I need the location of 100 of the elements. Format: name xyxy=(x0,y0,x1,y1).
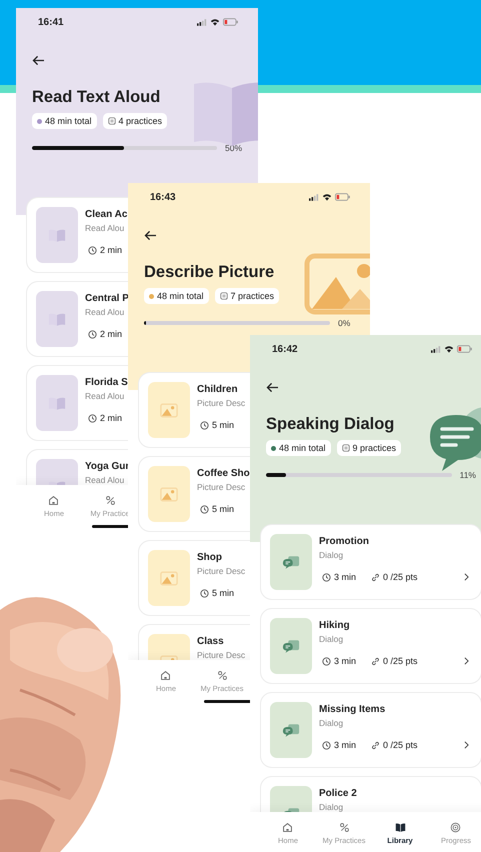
practice-title: Hiking xyxy=(319,620,350,631)
clock-icon xyxy=(322,740,331,750)
practice-duration: 2 min xyxy=(100,413,122,423)
picture-icon xyxy=(160,486,178,502)
chip-label: 7 practices xyxy=(230,291,274,301)
clock-icon xyxy=(200,588,209,598)
progress-percent: 0% xyxy=(338,318,350,328)
practice-type: Picture Desc xyxy=(197,398,246,408)
chip-label: 48 min total xyxy=(279,443,326,453)
clock-icon xyxy=(322,656,331,666)
practice-title: Missing Items xyxy=(319,704,386,715)
practice-card[interactable]: Florida S Read Alou 2 min xyxy=(26,365,128,441)
picture-icon xyxy=(160,570,178,586)
chat-icon xyxy=(282,554,300,570)
battery-icon xyxy=(223,18,238,26)
wifi-icon xyxy=(322,193,332,201)
signal-icon xyxy=(197,18,207,26)
clock-icon xyxy=(88,246,97,254)
percent-icon xyxy=(216,670,228,681)
chevron-right-icon[interactable] xyxy=(464,657,469,665)
practice-points: 0 /25 pts xyxy=(383,740,418,750)
practice-title: Florida S xyxy=(85,377,128,388)
status-time: 16:41 xyxy=(38,16,64,28)
practice-type: Dialog xyxy=(319,718,344,728)
practice-points: 0 /25 pts xyxy=(383,656,418,666)
practice-duration: 2 min xyxy=(100,245,122,255)
practice-duration: 3 min xyxy=(334,740,356,750)
target-icon xyxy=(450,822,462,833)
clock-icon xyxy=(88,330,97,338)
chip-label: 48 min total xyxy=(45,116,92,126)
practice-duration: 5 min xyxy=(212,588,234,598)
percent-icon xyxy=(104,495,116,506)
clock-icon xyxy=(322,572,331,582)
chevron-right-icon[interactable] xyxy=(464,573,469,581)
practice-title: Police 2 xyxy=(319,788,357,799)
back-arrow-icon[interactable] xyxy=(32,55,45,66)
practice-title: Children xyxy=(197,384,238,395)
signal-icon xyxy=(431,346,441,352)
practice-type: Read Alou xyxy=(85,307,124,317)
practice-title: Clean Ac xyxy=(85,209,128,220)
practice-type: Picture Desc xyxy=(197,650,246,660)
signal-icon xyxy=(309,194,319,200)
practice-card[interactable]: Class Picture Desc xyxy=(138,624,250,660)
chat-icon xyxy=(282,638,300,654)
practice-card[interactable]: Children Picture Desc 5 min xyxy=(138,372,250,448)
practice-title: Coffee Sho xyxy=(197,468,250,479)
screen-title: Describe Picture xyxy=(144,263,274,282)
list-icon xyxy=(220,292,228,300)
practice-card[interactable]: Missing Items Dialog 3 min 0 /25 pts xyxy=(260,692,481,768)
practice-type: Dialog xyxy=(319,634,344,644)
progress-percent: 50% xyxy=(224,143,242,153)
home-icon xyxy=(160,670,172,681)
link-icon xyxy=(371,656,380,666)
practice-duration: 3 min xyxy=(334,656,356,666)
clock-icon xyxy=(200,504,209,514)
practice-points: 0 /25 pts xyxy=(383,572,418,582)
practice-card[interactable]: Clean Ac Read Alou 2 min xyxy=(26,197,128,273)
wifi-icon xyxy=(210,18,220,26)
status-time: 16:42 xyxy=(272,344,298,354)
dot-icon xyxy=(271,446,276,450)
practice-card[interactable]: Central P Read Alou 2 min xyxy=(26,281,128,357)
practice-type: Dialog xyxy=(319,550,344,560)
practice-card[interactable]: Hiking Dialog 3 min 0 /25 pts xyxy=(260,608,481,684)
practice-card[interactable]: Shop Picture Desc 5 min xyxy=(138,540,250,616)
dot-icon xyxy=(37,118,42,124)
percent-icon xyxy=(338,822,350,833)
practice-type: Read Alou xyxy=(85,475,124,485)
practice-card[interactable]: Promotion Dialog 3 min 0 /25 pts xyxy=(260,524,481,600)
link-icon xyxy=(371,572,380,582)
book-icon xyxy=(48,396,66,410)
list-icon xyxy=(342,444,350,452)
battery-icon xyxy=(335,193,350,201)
practice-title: Yoga Gur xyxy=(85,461,130,472)
chip-label: 9 practices xyxy=(352,443,396,453)
practice-duration: 3 min xyxy=(334,572,356,582)
book-icon xyxy=(48,312,66,326)
chevron-right-icon[interactable] xyxy=(464,741,469,749)
chat-icon xyxy=(282,722,300,738)
practice-card[interactable]: Yoga Gur Read Alou xyxy=(26,449,128,485)
list-icon xyxy=(108,117,116,125)
practice-type: Read Alou xyxy=(85,391,124,401)
practice-type: Read Alou xyxy=(85,223,124,233)
chip-label: 48 min total xyxy=(157,291,204,301)
practice-title: Promotion xyxy=(319,536,369,547)
back-arrow-icon[interactable] xyxy=(266,382,279,393)
practice-duration: 5 min xyxy=(212,420,234,430)
practice-card[interactable]: Police 2 Dialog xyxy=(260,776,481,812)
clock-icon xyxy=(200,420,209,430)
clock-icon xyxy=(88,414,97,422)
wifi-icon xyxy=(444,345,454,353)
home-icon xyxy=(48,495,60,506)
practice-title: Central P xyxy=(85,293,129,304)
progress-percent: 11% xyxy=(460,470,476,480)
battery-icon xyxy=(457,345,472,353)
book-icon xyxy=(48,228,66,242)
back-arrow-icon[interactable] xyxy=(144,230,157,241)
home-icon xyxy=(282,822,294,833)
chip-label: 4 practices xyxy=(118,116,162,126)
link-icon xyxy=(371,740,380,750)
practice-card[interactable]: Coffee Sho Picture Desc 5 min xyxy=(138,456,250,532)
